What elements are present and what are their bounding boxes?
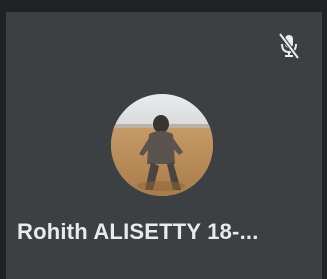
meeting-page: Rohith ALISETTY 18-... — [0, 0, 327, 279]
participant-name: Rohith ALISETTY 18-... — [17, 219, 259, 244]
participant-avatar — [111, 94, 213, 196]
right-frame-edge — [322, 0, 327, 279]
mic-status-button[interactable] — [273, 30, 305, 62]
mic-off-icon — [277, 32, 301, 60]
top-frame-edge — [0, 0, 327, 12]
